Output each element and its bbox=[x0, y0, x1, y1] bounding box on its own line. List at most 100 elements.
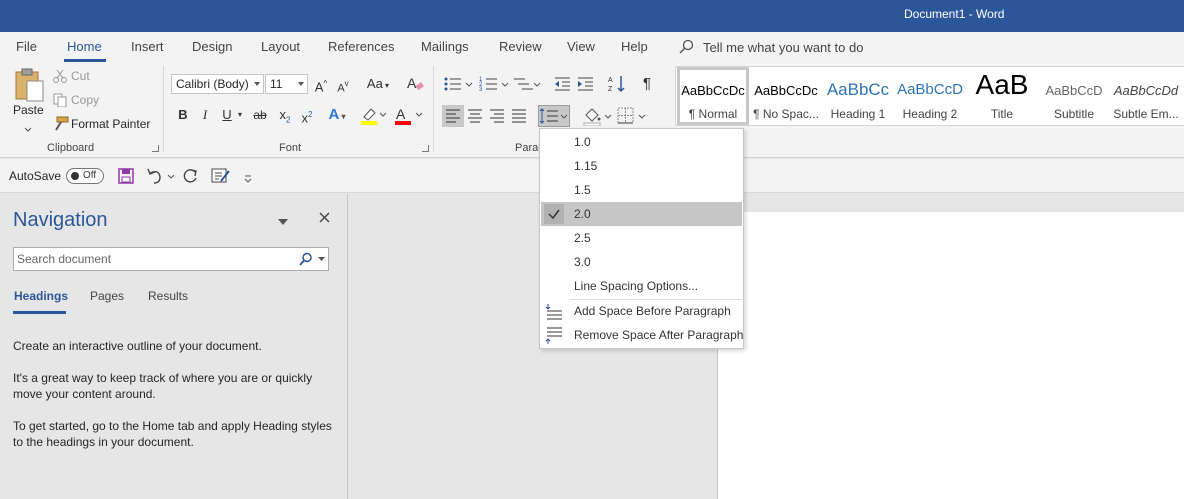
remove-space-after-item[interactable]: Remove Space After Paragraph bbox=[541, 323, 744, 347]
style-preview: AaBbCcD bbox=[897, 81, 963, 98]
redo-button[interactable] bbox=[181, 167, 199, 188]
undo-button[interactable] bbox=[146, 167, 176, 188]
pane-options-chevron-icon[interactable] bbox=[278, 214, 288, 228]
underline-button[interactable]: U bbox=[217, 105, 237, 125]
tab-view[interactable]: View bbox=[567, 39, 595, 54]
style-normal[interactable]: AaBbCcDc ¶ Normal bbox=[677, 67, 749, 125]
touch-mode-button[interactable] bbox=[211, 167, 231, 188]
show-formatting-marks-button[interactable]: ¶ bbox=[637, 74, 657, 94]
multilevel-list-button[interactable] bbox=[513, 75, 541, 96]
line-spacing-option-2-0[interactable]: 2.0 bbox=[541, 202, 742, 226]
cut-button[interactable]: Cut bbox=[71, 69, 90, 83]
clear-formatting-button[interactable]: A bbox=[405, 74, 425, 94]
tab-review[interactable]: Review bbox=[499, 39, 542, 54]
tab-help[interactable]: Help bbox=[621, 39, 648, 54]
save-button[interactable] bbox=[118, 168, 134, 187]
tab-mailings[interactable]: Mailings bbox=[421, 39, 469, 54]
style-preview: AaBbCcDd bbox=[1113, 83, 1179, 98]
borders-button[interactable] bbox=[617, 106, 647, 129]
decrease-indent-button[interactable] bbox=[554, 75, 572, 96]
svg-text:A: A bbox=[608, 77, 613, 84]
italic-button[interactable]: I bbox=[195, 105, 215, 125]
menu-item-label: 3.0 bbox=[574, 255, 591, 269]
paste-options-chevron-icon[interactable] bbox=[24, 122, 32, 136]
tell-me-box[interactable]: Tell me what you want to do bbox=[679, 39, 863, 55]
add-space-before-item[interactable]: Add Space Before Paragraph bbox=[541, 299, 742, 323]
line-spacing-button[interactable] bbox=[538, 105, 570, 127]
grow-font-button[interactable]: A^ bbox=[311, 74, 331, 94]
line-spacing-option-1-0[interactable]: 1.0 bbox=[541, 130, 742, 154]
style-name: ¶ Normal bbox=[688, 107, 738, 121]
line-spacing-option-3-0[interactable]: 3.0 bbox=[541, 250, 742, 274]
font-color-button[interactable]: A bbox=[394, 106, 423, 129]
autosave-toggle[interactable]: Off bbox=[66, 168, 104, 184]
subscript-button[interactable]: x2 bbox=[275, 105, 295, 125]
tab-references[interactable]: References bbox=[328, 39, 394, 54]
font-color-icon: A bbox=[395, 106, 423, 125]
menu-item-label: 1.15 bbox=[574, 159, 598, 173]
align-center-button[interactable] bbox=[464, 105, 486, 127]
paste-label: Paste bbox=[13, 103, 44, 117]
underline-options-chevron-icon[interactable]: ▾ bbox=[235, 105, 245, 125]
customize-qat-chevron-icon[interactable] bbox=[244, 172, 252, 186]
bullets-button[interactable] bbox=[443, 75, 473, 96]
clipboard-launcher-icon[interactable] bbox=[152, 145, 159, 152]
style-no-spacing[interactable]: AaBbCcDc ¶ No Spac... bbox=[750, 67, 822, 125]
chevron-down-icon[interactable] bbox=[318, 257, 326, 262]
menu-item-label: Remove Space After Paragraph bbox=[574, 328, 744, 342]
shrink-font-button[interactable]: Av bbox=[333, 74, 353, 94]
remove-space-after-icon bbox=[545, 327, 562, 344]
close-icon[interactable] bbox=[319, 212, 330, 226]
text-effects-button[interactable]: A ▾ bbox=[327, 105, 347, 125]
font-launcher-icon[interactable] bbox=[422, 145, 429, 152]
search-document-input[interactable]: Search document bbox=[13, 247, 329, 271]
line-spacing-option-2-5[interactable]: 2.5 bbox=[541, 226, 742, 250]
font-size-dropdown[interactable]: 11 bbox=[265, 74, 308, 94]
format-painter-button[interactable]: Format Painter bbox=[71, 117, 150, 131]
search-icon[interactable] bbox=[299, 252, 313, 266]
chevron-down-icon bbox=[298, 82, 304, 86]
line-spacing-options-item[interactable]: Line Spacing Options... bbox=[541, 274, 742, 298]
shading-button[interactable] bbox=[582, 106, 612, 129]
svg-text:Z: Z bbox=[608, 86, 613, 93]
style-title[interactable]: AaB Title bbox=[966, 67, 1038, 125]
svg-text:3: 3 bbox=[479, 87, 483, 93]
line-spacing-option-1-5[interactable]: 1.5 bbox=[541, 178, 742, 202]
document-page[interactable] bbox=[717, 212, 1184, 499]
paste-button[interactable] bbox=[13, 68, 45, 105]
line-spacing-option-1-15[interactable]: 1.15 bbox=[541, 154, 742, 178]
superscript-button[interactable]: x2 bbox=[297, 105, 317, 125]
change-case-button[interactable]: Aa ▾ bbox=[364, 74, 392, 94]
tab-file[interactable]: File bbox=[16, 39, 37, 54]
format-painter-icon bbox=[53, 116, 69, 135]
sort-button[interactable]: AZ bbox=[607, 74, 627, 97]
nav-tab-pages[interactable]: Pages bbox=[90, 289, 124, 303]
tab-insert[interactable]: Insert bbox=[131, 39, 164, 54]
clear-formatting-icon: A bbox=[407, 75, 424, 91]
numbering-button[interactable]: 123 bbox=[479, 75, 509, 96]
style-heading-2[interactable]: AaBbCcD Heading 2 bbox=[894, 67, 966, 125]
nav-tab-headings[interactable]: Headings bbox=[14, 289, 68, 303]
align-left-button[interactable] bbox=[442, 105, 464, 127]
autosave-label: AutoSave bbox=[9, 169, 62, 183]
group-divider bbox=[163, 66, 164, 152]
tab-home[interactable]: Home bbox=[67, 39, 102, 54]
copy-button[interactable]: Copy bbox=[71, 93, 99, 107]
font-name-dropdown[interactable]: Calibri (Body) bbox=[171, 74, 264, 94]
highlight-button[interactable] bbox=[360, 107, 387, 128]
align-right-button[interactable] bbox=[486, 105, 508, 127]
increase-indent-button[interactable] bbox=[577, 75, 595, 96]
style-name: Subtle Em... bbox=[1113, 107, 1179, 121]
bold-button[interactable]: B bbox=[173, 105, 193, 125]
style-heading-1[interactable]: AaBbCc Heading 1 bbox=[822, 67, 894, 125]
style-name: Title bbox=[990, 107, 1014, 121]
style-name: ¶ No Spac... bbox=[753, 107, 819, 121]
style-subtle-emphasis[interactable]: AaBbCcDd Subtle Em... bbox=[1110, 67, 1182, 125]
justify-button[interactable] bbox=[508, 105, 530, 127]
style-subtitle[interactable]: AaBbCcD Subtitle bbox=[1038, 67, 1110, 125]
tab-layout[interactable]: Layout bbox=[261, 39, 300, 54]
search-icon bbox=[679, 39, 694, 54]
strikethrough-button[interactable]: ab bbox=[250, 105, 270, 125]
tab-design[interactable]: Design bbox=[192, 39, 232, 54]
nav-tab-results[interactable]: Results bbox=[148, 289, 188, 303]
